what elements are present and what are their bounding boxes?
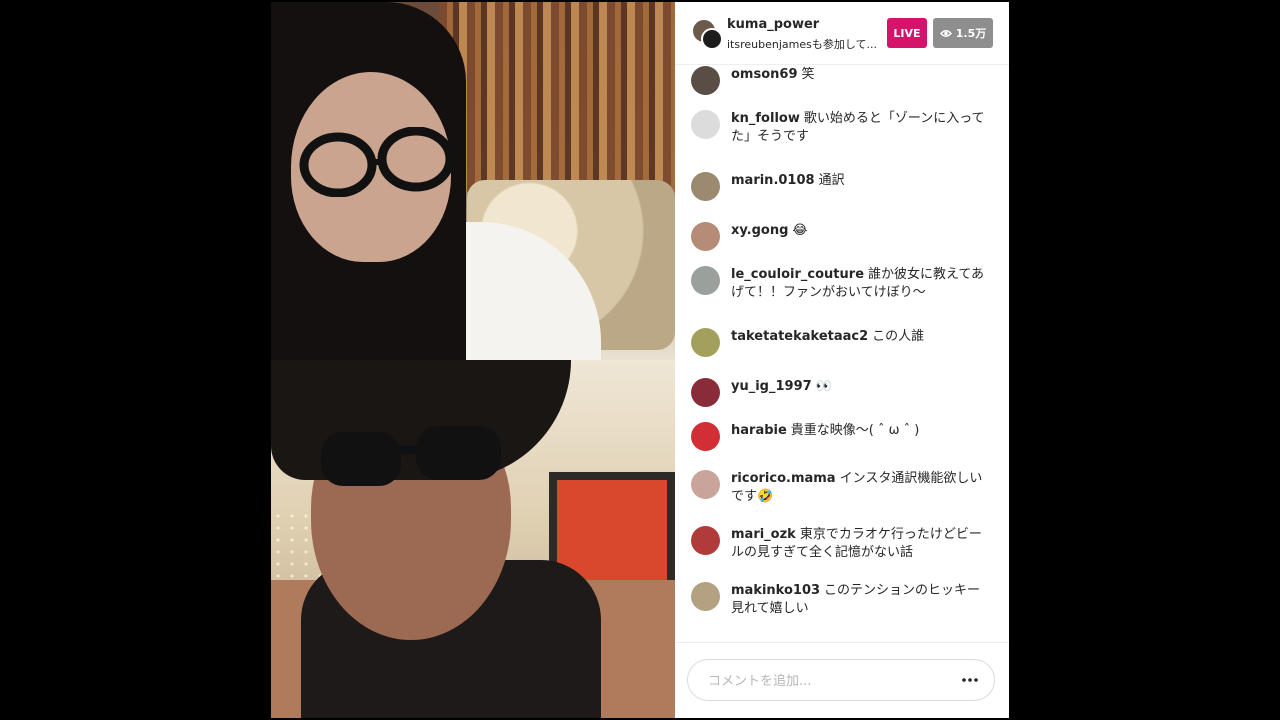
comment-text-block: marin.0108 通訳 bbox=[731, 172, 993, 190]
comment-input-bar bbox=[675, 642, 1009, 718]
comment-text-block: yu_ig_1997 👀 bbox=[731, 378, 993, 396]
commenter-username[interactable]: mari_ozk bbox=[731, 527, 796, 542]
eye-icon bbox=[939, 29, 952, 37]
host-username[interactable]: kuma_power bbox=[727, 17, 819, 32]
comment-text-block: xy.gong 😂 bbox=[731, 222, 993, 240]
commenter-avatar[interactable] bbox=[691, 266, 720, 295]
comment-text-block: kn_follow 歌い始めると「ゾーンに入ってた」そうです bbox=[731, 110, 993, 146]
commenter-username[interactable]: marin.0108 bbox=[731, 173, 815, 188]
comment-text-block: omson69 笑 bbox=[731, 66, 993, 84]
host-video-feed bbox=[271, 2, 675, 360]
comment-body: 😂 bbox=[792, 223, 808, 238]
comment-text-block: mari_ozk 東京でカラオケ行ったけどビールの見すぎて全く記憶がない話 bbox=[731, 526, 993, 562]
commenter-username[interactable]: xy.gong bbox=[731, 223, 788, 238]
more-dots-icon bbox=[962, 678, 978, 682]
commenter-username[interactable]: le_couloir_couture bbox=[731, 267, 864, 282]
comment-text-block: le_couloir_couture 誰か彼女に教えてあげて！！ファンがおいてけぼ… bbox=[731, 266, 993, 302]
comment-text-block: harabie 貴重な映像〜( ˆ ω ˆ ) bbox=[731, 422, 993, 440]
commenter-avatar[interactable] bbox=[691, 378, 720, 407]
commenter-username[interactable]: kn_follow bbox=[731, 111, 800, 126]
comment-text-block: taketatekaketaac2 この人誰 bbox=[731, 328, 993, 346]
commenter-username[interactable]: yu_ig_1997 bbox=[731, 379, 812, 394]
commenter-avatar[interactable] bbox=[691, 422, 720, 451]
commenter-username[interactable]: ricorico.mama bbox=[731, 471, 836, 486]
comment-body: 👀 bbox=[815, 379, 832, 394]
commenter-username[interactable]: taketatekaketaac2 bbox=[731, 329, 868, 344]
commenter-username[interactable]: omson69 bbox=[731, 67, 798, 82]
comment-body: 通訳 bbox=[818, 173, 845, 188]
comment-input-box bbox=[687, 659, 995, 701]
comment-text-block: makinko103 このテンションのヒッキー見れて嬉しい bbox=[731, 582, 993, 618]
live-header: kuma_power itsreubenjamesも参加して... LIVE 1… bbox=[675, 2, 1009, 65]
comment-body: 笑 bbox=[801, 67, 815, 82]
comment-body: 貴重な映像〜( ˆ ω ˆ ) bbox=[790, 423, 920, 438]
comment-body: この人誰 bbox=[872, 329, 925, 344]
comment-input[interactable] bbox=[706, 668, 950, 694]
commenter-avatar[interactable] bbox=[691, 222, 720, 251]
commenter-avatar[interactable] bbox=[691, 66, 720, 95]
live-stream-window: kuma_power itsreubenjamesも参加して... LIVE 1… bbox=[271, 2, 1009, 718]
commenter-username[interactable]: makinko103 bbox=[731, 583, 820, 598]
commenter-avatar[interactable] bbox=[691, 470, 720, 499]
comment-text-block: ricorico.mama インスタ通訳機能欲しいです🤣 bbox=[731, 470, 993, 506]
viewer-count: 1.5万 bbox=[955, 27, 987, 40]
comments-panel: kuma_power itsreubenjamesも参加して... LIVE 1… bbox=[675, 2, 1009, 718]
viewer-count-badge: 1.5万 bbox=[933, 18, 993, 48]
live-badge: LIVE bbox=[887, 18, 927, 48]
commenter-avatar[interactable] bbox=[691, 526, 720, 555]
guest-video-feed bbox=[271, 360, 675, 718]
more-options-button[interactable] bbox=[956, 668, 984, 692]
commenter-avatar[interactable] bbox=[691, 582, 720, 611]
guest-joined-text: itsreubenjamesも参加して... bbox=[727, 38, 878, 51]
comment-list[interactable]: omson69 笑 kn_follow 歌い始めると「ゾーンに入ってた」そうですmar… bbox=[675, 64, 1009, 642]
commenter-avatar[interactable] bbox=[691, 110, 720, 139]
commenter-avatar[interactable] bbox=[691, 328, 720, 357]
live-video[interactable] bbox=[271, 2, 675, 718]
host-avatar[interactable] bbox=[691, 18, 723, 50]
commenter-username[interactable]: harabie bbox=[731, 423, 787, 438]
commenter-avatar[interactable] bbox=[691, 172, 720, 201]
